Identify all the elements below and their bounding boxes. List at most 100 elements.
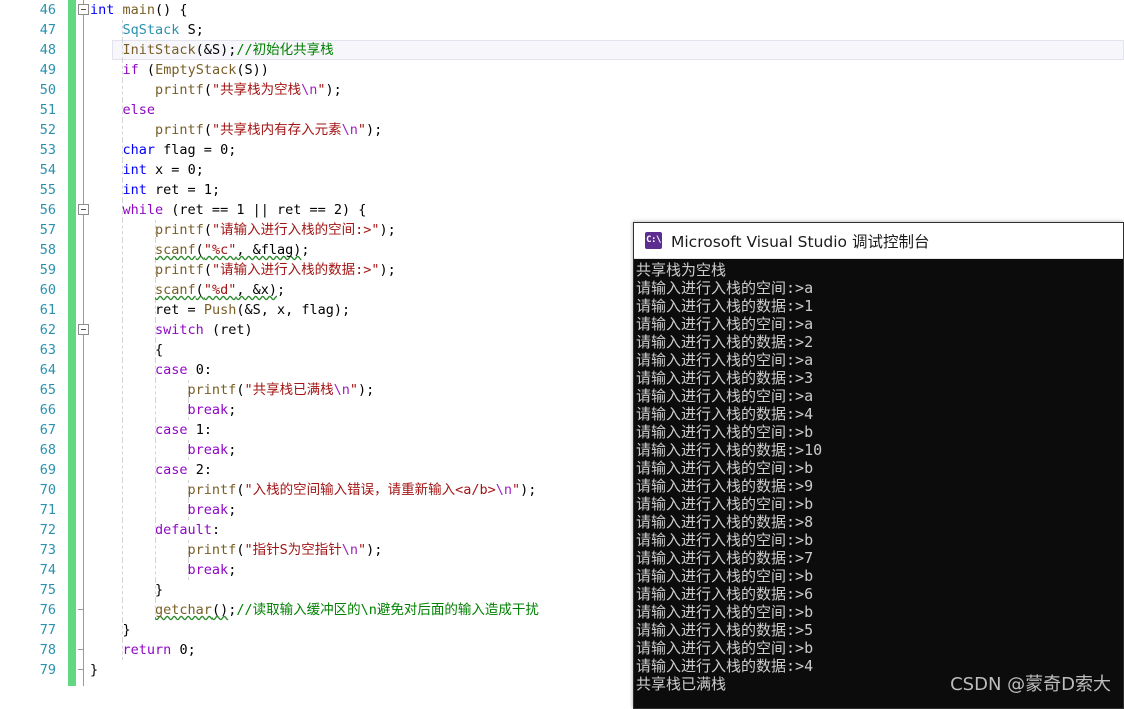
code-line[interactable]: 53 char flag = 0; xyxy=(0,140,1124,160)
code-line-text: int ret = 1; xyxy=(122,182,221,198)
code-line-text: InitStack(&S);//初始化共享栈 xyxy=(122,42,334,58)
line-number: 53 xyxy=(39,142,56,158)
line-number: 77 xyxy=(39,622,56,638)
console-title-text: Microsoft Visual Studio 调试控制台 xyxy=(671,232,930,251)
console-line: 请输入进行入栈的数据:>7 xyxy=(636,549,814,567)
console-icon-label: C:\ xyxy=(646,235,661,245)
code-line-text: case 2: xyxy=(155,462,212,478)
line-number: 52 xyxy=(39,122,56,138)
code-line-text: SqStack S; xyxy=(122,22,204,38)
code-line-text: char flag = 0; xyxy=(122,142,237,158)
code-line-text: ret = Push(&S, x, flag); xyxy=(155,302,351,318)
console-output-area[interactable]: 共享栈为空栈 请输入进行入栈的空间:>a 请输入进行入栈的数据:>1 请输入进行入栈的… xyxy=(634,259,1123,708)
code-line-text: break; xyxy=(187,502,237,518)
line-number: 57 xyxy=(39,222,56,238)
line-number: 66 xyxy=(39,402,56,418)
console-line: 请输入进行入栈的空间:>b xyxy=(636,531,814,549)
console-line: 共享栈为空栈 xyxy=(636,261,727,279)
console-line: 请输入进行入栈的数据:>10 xyxy=(636,441,823,459)
code-line-text: printf("共享栈为空栈\n"); xyxy=(155,82,342,98)
fold-end-marker xyxy=(78,649,84,650)
console-app-icon: C:\ xyxy=(645,232,662,249)
code-line-text: switch (ret) xyxy=(155,322,253,338)
code-line[interactable]: 52 printf("共享栈内有存入元素\n"); xyxy=(0,120,1124,140)
console-line: 请输入进行入栈的空间:>a xyxy=(636,351,814,369)
code-line-text: int main() { xyxy=(90,2,188,18)
code-line-text: break; xyxy=(187,442,237,458)
code-line[interactable]: 55 int ret = 1; xyxy=(0,180,1124,200)
console-line: 请输入进行入栈的数据:>1 xyxy=(636,297,814,315)
line-number: 74 xyxy=(39,562,56,578)
console-line: 请输入进行入栈的数据:>8 xyxy=(636,513,814,531)
console-line: 请输入进行入栈的空间:>b xyxy=(636,639,814,657)
code-line-text: printf("请输入进行入栈的空间:>"); xyxy=(155,222,396,238)
console-line: 请输入进行入栈的空间:>a xyxy=(636,279,814,297)
code-line-text: while (ret == 1 || ret == 2) { xyxy=(122,202,367,218)
line-number: 48 xyxy=(39,42,56,58)
console-window[interactable]: C:\ Microsoft Visual Studio 调试控制台 共享栈为空栈… xyxy=(633,222,1124,709)
fold-collapse-icon[interactable] xyxy=(78,4,89,15)
line-number: 78 xyxy=(39,642,56,658)
line-number: 47 xyxy=(39,22,56,38)
code-line[interactable]: 46 int main() { xyxy=(0,0,1124,20)
code-line-text: getchar();//读取输入缓冲区的\n避免对后面的输入造成干扰 xyxy=(155,602,539,618)
watermark-text: CSDN @蒙奇D索大 xyxy=(950,674,1111,695)
line-number: 58 xyxy=(39,242,56,258)
console-line: 请输入进行入栈的数据:>2 xyxy=(636,333,814,351)
code-line[interactable]: 49 if (EmptyStack(S)) xyxy=(0,60,1124,80)
line-number: 46 xyxy=(39,2,56,18)
line-number: 68 xyxy=(39,442,56,458)
console-line: 请输入进行入栈的数据:>9 xyxy=(636,477,814,495)
console-line: 请输入进行入栈的数据:>3 xyxy=(636,369,814,387)
code-line-text: default: xyxy=(155,522,221,538)
line-number: 54 xyxy=(39,162,56,178)
code-line-text: case 1: xyxy=(155,422,212,438)
code-line-text: printf("请输入进行入栈的数据:>"); xyxy=(155,262,396,278)
code-line[interactable]: 56 while (ret == 1 || ret == 2) { xyxy=(0,200,1124,220)
line-number: 79 xyxy=(39,662,56,678)
line-number: 64 xyxy=(39,362,56,378)
line-number: 51 xyxy=(39,102,56,118)
code-line[interactable]: 54 int x = 0; xyxy=(0,160,1124,180)
console-line: 请输入进行入栈的空间:>a xyxy=(636,387,814,405)
code-line-text: printf("入栈的空间输入错误，请重新输入<a/b>\n"); xyxy=(187,482,537,498)
code-line-text: return 0; xyxy=(122,642,196,658)
console-line: 请输入进行入栈的空间:>a xyxy=(636,315,814,333)
fold-end-marker xyxy=(78,609,84,610)
line-number: 73 xyxy=(39,542,56,558)
console-line: 请输入进行入栈的空间:>b xyxy=(636,603,814,621)
console-line: 请输入进行入栈的数据:>4 xyxy=(636,405,814,423)
fold-collapse-icon[interactable] xyxy=(78,324,89,335)
line-number: 75 xyxy=(39,582,56,598)
code-line-text: printf("共享栈内有存入元素\n"); xyxy=(155,122,383,138)
code-line[interactable]: 48 InitStack(&S);//初始化共享栈 xyxy=(0,40,1124,60)
code-line-text: int x = 0; xyxy=(122,162,204,178)
fold-end-marker xyxy=(78,669,84,670)
console-line: 请输入进行入栈的空间:>b xyxy=(636,459,814,477)
code-line-text: else xyxy=(122,102,156,118)
line-number: 62 xyxy=(39,322,56,338)
line-number: 49 xyxy=(39,62,56,78)
console-line: 请输入进行入栈的数据:>5 xyxy=(636,621,814,639)
code-line-text: scanf("%d", &x); xyxy=(155,282,286,298)
line-number: 63 xyxy=(39,342,56,358)
code-line[interactable]: 51 else xyxy=(0,100,1124,120)
line-number: 50 xyxy=(39,82,56,98)
line-number: 69 xyxy=(39,462,56,478)
line-number: 67 xyxy=(39,422,56,438)
console-line: 请输入进行入栈的空间:>b xyxy=(636,567,814,585)
console-title-bar[interactable]: C:\ Microsoft Visual Studio 调试控制台 xyxy=(634,223,1123,259)
code-line[interactable]: 47 SqStack S; xyxy=(0,20,1124,40)
console-line: 请输入进行入栈的空间:>b xyxy=(636,423,814,441)
code-line-text: } xyxy=(155,582,164,598)
code-line-text: printf("指针S为空指针\n"); xyxy=(187,542,383,558)
code-line-text: case 0: xyxy=(155,362,212,378)
console-line: 请输入进行入栈的数据:>6 xyxy=(636,585,814,603)
code-line-text: printf("共享栈已满栈\n"); xyxy=(187,382,375,398)
line-number: 60 xyxy=(39,282,56,298)
line-number: 71 xyxy=(39,502,56,518)
console-line: 请输入进行入栈的空间:>b xyxy=(636,495,814,513)
line-number: 76 xyxy=(39,602,56,618)
fold-collapse-icon[interactable] xyxy=(78,204,89,215)
code-line[interactable]: 50 printf("共享栈为空栈\n"); xyxy=(0,80,1124,100)
